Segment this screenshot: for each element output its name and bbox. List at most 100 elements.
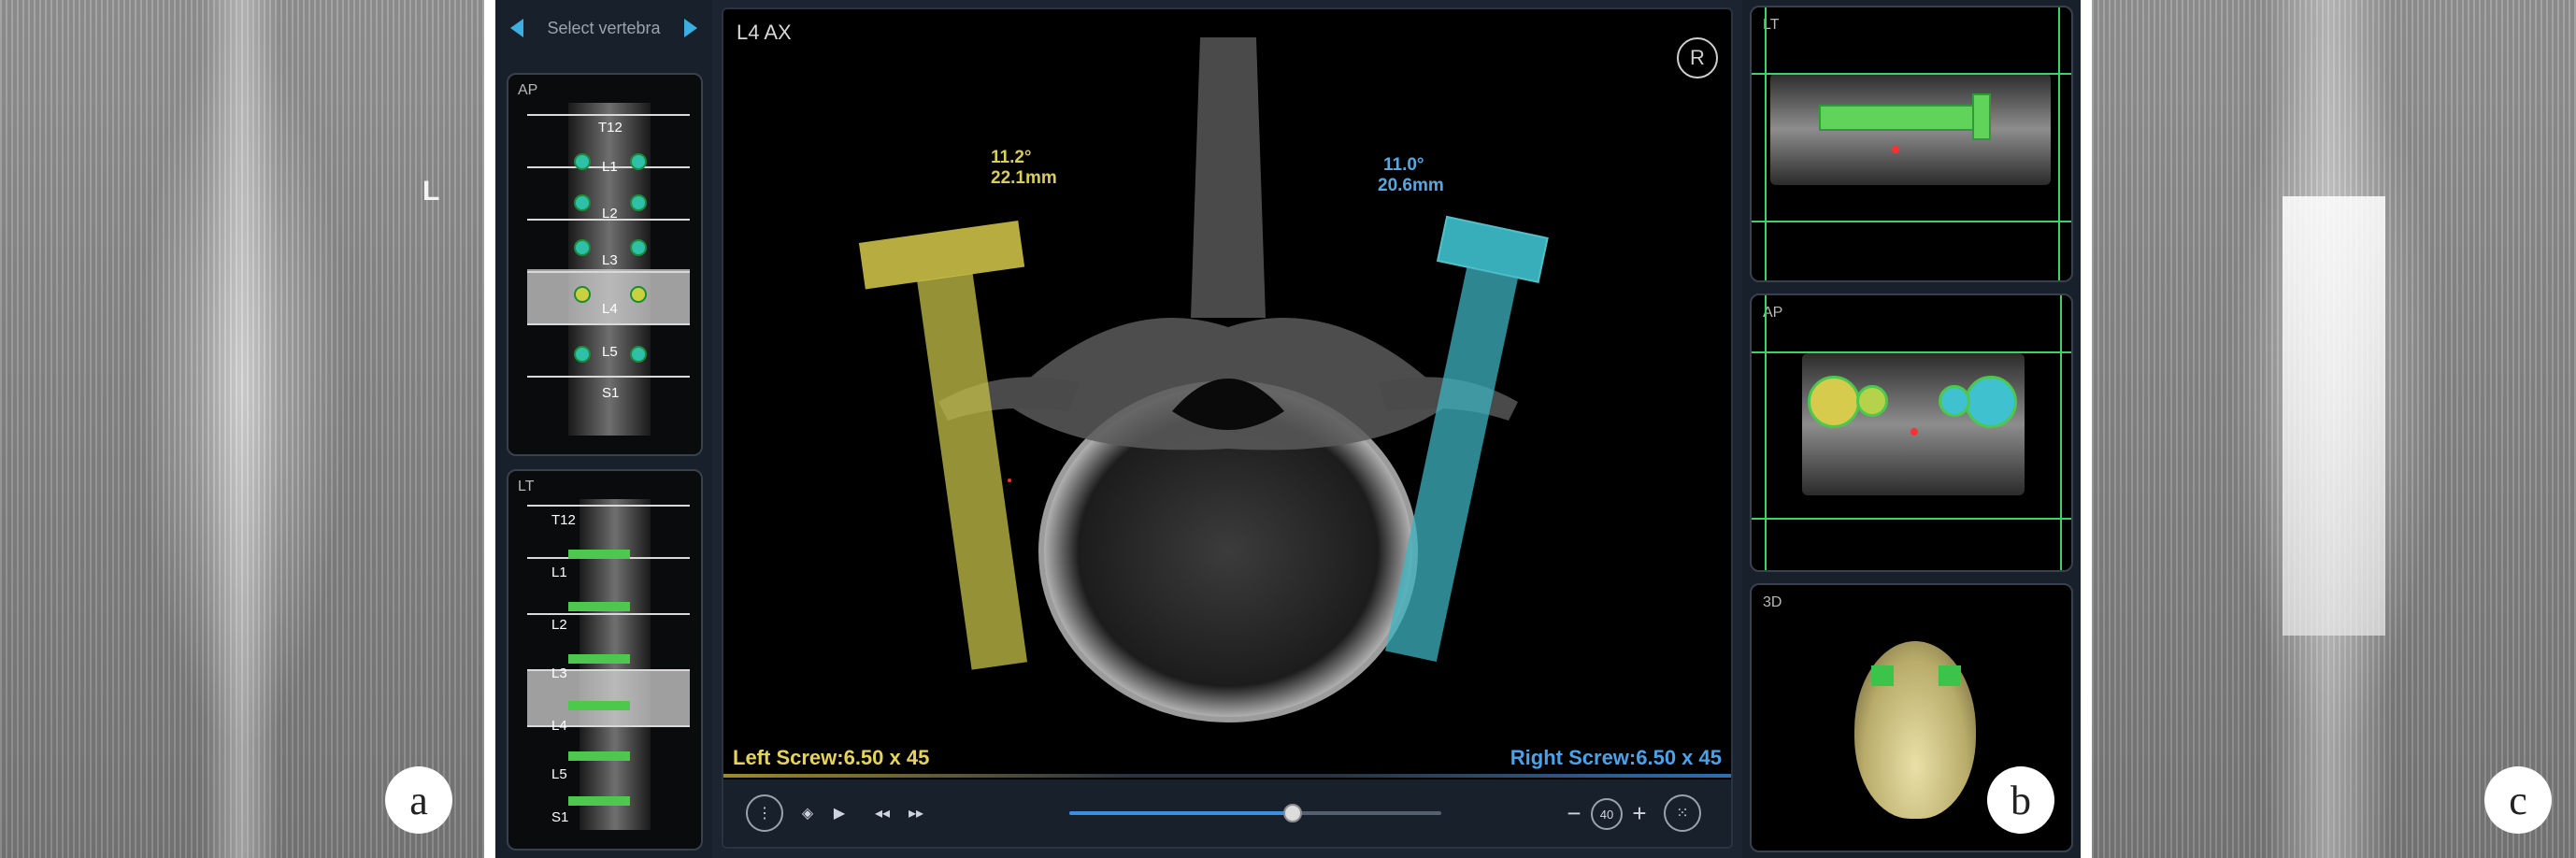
lt-thumbnail-view[interactable]: LT T12 L1 L2 L3 L4 L5 S1	[507, 469, 703, 851]
vertebra-selector-label: Select vertebra	[547, 18, 661, 37]
axial-ct-slice	[858, 37, 1549, 722]
left-screw-depth: 22.1mm	[991, 168, 1057, 188]
view-toolbar: ⋮ ◈ ▶ ◂◂ ▸▸ − 40 + ⁙	[723, 779, 1731, 847]
level-line	[527, 505, 690, 507]
screw-marker	[568, 751, 630, 761]
guide-line	[2058, 7, 2060, 280]
zoom-out-icon[interactable]: −	[1555, 794, 1593, 832]
lt-level-label: S1	[551, 809, 569, 825]
more-vertical-icon[interactable]: ⋮	[746, 794, 783, 832]
left-screw-size-label: Left Screw:6.50 x 45	[733, 746, 930, 769]
preop-xray-image: L a	[0, 0, 484, 858]
ap-left-screw-head	[1856, 385, 1888, 417]
xray-side-marker: L	[422, 176, 440, 207]
guide-line	[1752, 221, 2071, 222]
ap-level-label: S1	[602, 385, 620, 401]
zoom-in-icon[interactable]: +	[1621, 794, 1658, 832]
ap-right-screw-head	[1939, 385, 1970, 417]
lt-thumbnail-label: LT	[518, 479, 535, 494]
lt-level-label: L3	[551, 665, 567, 681]
ap-left-screw-marker	[1808, 376, 1860, 428]
spinous-process	[1191, 37, 1266, 318]
postop-xray-image: c	[2092, 0, 2576, 858]
ap-level-label: L1	[602, 159, 618, 175]
left-screw-shape	[858, 221, 1028, 670]
screw-marker	[574, 239, 591, 256]
ap-level-label: L2	[602, 206, 618, 222]
screw-marker	[568, 701, 630, 710]
three-d-view-label: 3D	[1763, 594, 1782, 610]
right-screw-size-label: Right Screw:6.50 x 45	[1510, 746, 1722, 769]
screw-marker	[568, 550, 630, 559]
level-line	[527, 613, 690, 615]
screw-marker	[574, 286, 591, 303]
three-d-screw-marker	[1939, 665, 1961, 686]
main-view-label: L4 AX	[737, 21, 792, 44]
screw-marker	[574, 153, 591, 170]
panel-label-b: b	[1987, 766, 2054, 834]
vertebra-selector: Select vertebra	[495, 0, 712, 56]
level-line	[527, 271, 690, 273]
guide-line	[1765, 295, 1767, 570]
panel-label-c: c	[2484, 766, 2552, 834]
level-line	[527, 376, 690, 378]
left-screw-annotation: 11.2° 22.1mm	[972, 148, 1057, 189]
previous-vertebra-icon[interactable]	[510, 19, 523, 37]
panel-label-a: a	[385, 766, 452, 834]
left-thumbnail-column: Select vertebra AP T12 L1 L2 L3 L4 L5 S1	[495, 0, 712, 858]
lt-level-label: L1	[551, 565, 567, 580]
screw-marker	[568, 796, 630, 806]
ap-level-label: L5	[602, 344, 618, 360]
guide-line	[1752, 351, 2071, 353]
ap-right-screw-marker	[1965, 376, 2017, 428]
right-screw-annotation: 11.0° 20.6mm	[1359, 155, 1444, 196]
lt-screw-head	[1972, 93, 1991, 140]
fit-view-icon[interactable]: ⁙	[1664, 794, 1701, 832]
ap-thumbnail-view[interactable]: AP T12 L1 L2 L3 L4 L5 S1	[507, 73, 703, 456]
ap-side-view[interactable]: AP	[1750, 293, 2073, 572]
screw-marker	[630, 153, 647, 170]
ap-level-label: L4	[602, 301, 618, 317]
right-screw-depth: 20.6mm	[1378, 176, 1444, 195]
screw-marker	[630, 286, 647, 303]
play-icon[interactable]: ▶	[821, 794, 858, 832]
lt-screw-marker	[1819, 105, 1982, 131]
screw-marker	[568, 602, 630, 611]
rewind-icon[interactable]: ◂◂	[864, 794, 901, 832]
lt-level-label: L4	[551, 718, 567, 734]
level-line	[527, 323, 690, 325]
orientation-r-icon[interactable]: R	[1677, 37, 1718, 79]
next-vertebra-icon[interactable]	[684, 19, 697, 37]
ap-level-label: T12	[598, 120, 623, 136]
screw-marker	[630, 346, 647, 363]
guide-line	[1752, 518, 2071, 520]
slice-slider[interactable]	[1069, 804, 1441, 822]
screw-marker	[574, 194, 591, 211]
navigation-software-window: Select vertebra AP T12 L1 L2 L3 L4 L5 S1	[495, 0, 2081, 858]
slice-slider-fill	[1069, 811, 1293, 815]
screw-marker	[630, 194, 647, 211]
level-line	[527, 114, 690, 116]
right-screw-angle: 11.0°	[1383, 155, 1424, 175]
slice-slider-knob[interactable]	[1282, 804, 1302, 822]
screw-marker	[630, 239, 647, 256]
lt-side-view[interactable]: LT	[1750, 6, 2073, 282]
lt-level-label: T12	[551, 512, 576, 528]
guide-line	[1765, 7, 1767, 280]
fast-forward-icon[interactable]: ▸▸	[897, 794, 935, 832]
implant-hardware	[2283, 196, 2385, 636]
guide-line	[2060, 295, 2062, 570]
screw-marker	[568, 654, 630, 664]
zoom-level: 40	[1591, 798, 1623, 830]
center-marker	[1892, 146, 1899, 153]
axial-main-view[interactable]: L4 AX R 11.2° 22.1mm 11.0° 20.6mm Left S…	[722, 7, 1733, 849]
three-d-screw-marker	[1871, 665, 1894, 686]
lt-level-label: L5	[551, 766, 567, 782]
center-marker	[1911, 428, 1918, 436]
center-marker	[1008, 479, 1011, 482]
left-screw-angle: 11.2°	[991, 148, 1032, 167]
ap-thumbnail-label: AP	[518, 82, 538, 98]
screw-marker	[574, 346, 591, 363]
screw-color-bar	[723, 774, 1731, 778]
right-view-column: LT AP 3D	[1742, 0, 2081, 858]
